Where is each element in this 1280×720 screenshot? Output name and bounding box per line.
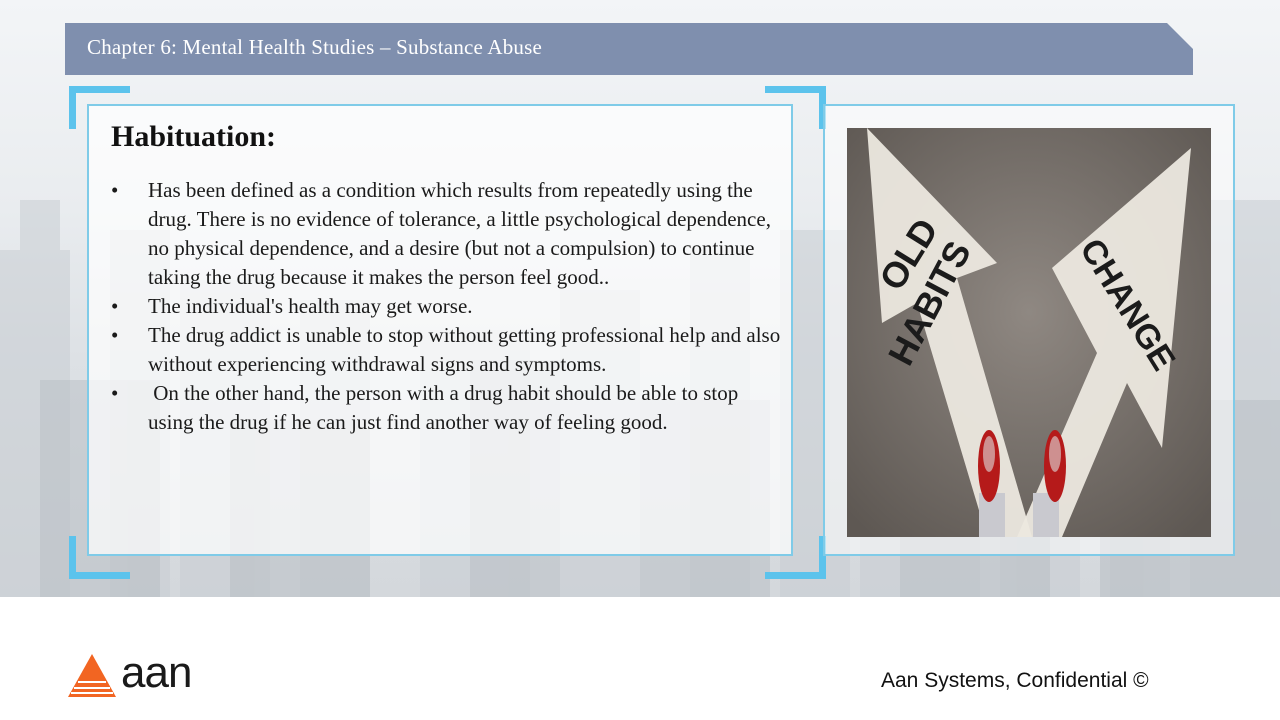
chapter-header: Chapter 6: Mental Health Studies – Subst… <box>65 23 1193 75</box>
bullet-marker: • <box>111 178 119 202</box>
confidential-notice: Aan Systems, Confidential © <box>881 669 1149 692</box>
bullet-text: The drug addict is unable to stop withou… <box>148 323 781 376</box>
bullet-text: The individual's health may get worse. <box>148 294 473 318</box>
section-heading: Habituation: <box>111 120 277 153</box>
old-habits-change-photo: OLD HABITS CHANGE <box>847 128 1211 537</box>
bullet-marker: • <box>111 323 119 347</box>
list-item: • The drug addict is unable to stop with… <box>111 321 781 379</box>
content-card: Habituation: • Has been defined as a con… <box>87 104 793 556</box>
list-item: • The individual's health may get worse. <box>111 292 781 321</box>
list-item: • On the other hand, the person with a d… <box>111 379 781 437</box>
list-item: • Has been defined as a condition which … <box>111 176 781 292</box>
bullet-text: On the other hand, the person with a dru… <box>148 381 744 434</box>
bullet-text: Has been defined as a condition which re… <box>148 178 771 289</box>
logo-wordmark: aan <box>121 648 192 697</box>
bullet-marker: • <box>111 294 119 318</box>
bullet-marker: • <box>111 381 119 405</box>
chapter-title: Chapter 6: Mental Health Studies – Subst… <box>87 35 543 59</box>
bullet-list: • Has been defined as a condition which … <box>111 176 781 437</box>
